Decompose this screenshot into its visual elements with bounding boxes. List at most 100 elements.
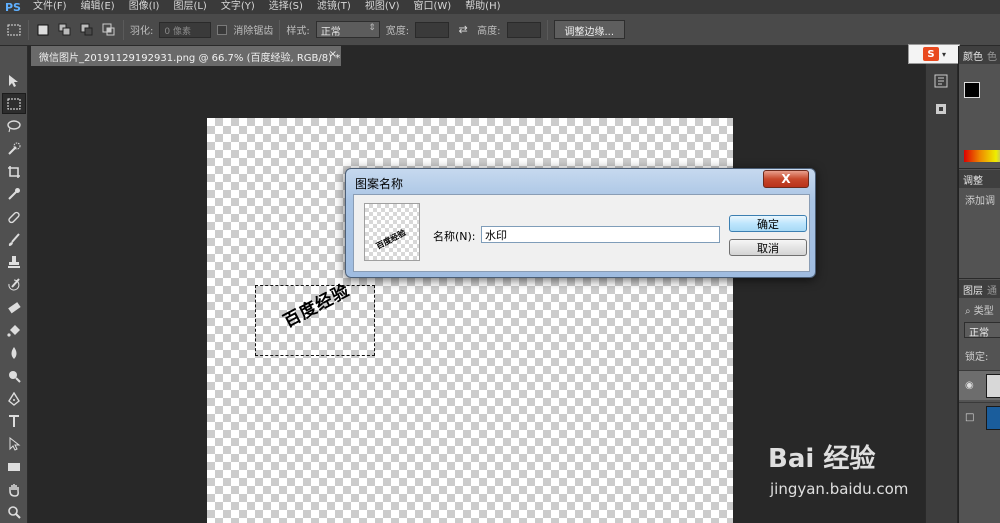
pattern-name-dialog: 图案名称 X 百度经验 名称(N): 确定 取消 [345,168,816,278]
separator [123,19,124,40]
blur-tool-icon[interactable] [2,342,26,364]
type-tool-icon[interactable] [2,411,26,433]
crop-tool-icon[interactable] [2,161,26,183]
tab-channels[interactable]: 通 [987,282,997,297]
healing-brush-tool-icon[interactable] [2,206,26,228]
photoshop-window: PS 文件(F) 编辑(E) 图像(I) 图层(L) 文字(Y) 选择(S) 滤… [0,0,1000,523]
image-layer-thumbnail [986,406,1000,430]
width-label: 宽度: [385,26,410,37]
ps-logo: PS [5,0,21,14]
style-select[interactable]: 正常 [315,21,380,38]
move-tool-icon[interactable] [2,70,26,92]
menu-view[interactable]: 视图(V) [358,0,407,14]
path-select-tool-icon[interactable] [2,433,26,455]
antialias-label: 消除锯齿 [233,26,274,37]
color-spectrum[interactable] [964,150,1000,162]
ok-button[interactable]: 确定 [729,215,807,232]
new-selection-icon[interactable] [35,22,51,38]
baidu-jingyan-url: jingyan.baidu.com [770,480,909,498]
intersect-selection-icon[interactable] [101,22,117,38]
width-input[interactable] [415,21,450,38]
sogou-ime-bar[interactable]: S ▾ [908,44,960,64]
options-bar: 羽化: 0 像素 消除锯齿 样式: 正常 宽度: ⇄ 高度: 调整边缘... [0,14,1000,46]
menu-bar: PS 文件(F) 编辑(E) 图像(I) 图层(L) 文字(Y) 选择(S) 滤… [0,0,1000,14]
paint-bucket-tool-icon[interactable] [2,320,26,342]
adjust-panel-tabs: 调整 [959,170,1000,188]
menu-type[interactable]: 文字(Y) [214,0,262,14]
divider [959,168,1000,169]
tab-adjustments[interactable]: 调整 [963,172,983,187]
close-tab-icon[interactable]: × [329,49,337,60]
pattern-name-input[interactable] [481,226,720,243]
divider [959,278,1000,279]
height-label: 高度: [477,26,501,37]
brush-tool-icon[interactable] [2,229,26,251]
marquee-tool-icon[interactable] [1,92,26,115]
feather-label: 羽化: [130,26,154,37]
kind-label: 类型 [973,306,994,317]
pattern-preview: 百度经验 [364,203,420,261]
feather-input[interactable]: 0 像素 [159,21,212,38]
dialog-title: 图案名称 [355,177,404,191]
menu-window[interactable]: 窗口(W) [406,0,458,14]
hand-tool-icon[interactable] [2,479,26,501]
name-label: 名称(N): [433,230,476,243]
layer-row[interactable]: □ [959,402,1000,432]
history-brush-tool-icon[interactable] [2,274,26,296]
document-title: 微信图片_20191129192931.png @ 66.7% (百度经验, R… [39,53,341,64]
pattern-preview-text: 百度经验 [374,228,408,251]
add-selection-icon[interactable] [57,22,73,38]
sogou-logo-icon: S [923,47,939,61]
visibility-toggle-icon[interactable]: □ [965,412,974,423]
adjust-hint: 添加调 [965,196,995,207]
marquee-preset-icon[interactable] [6,22,22,38]
tab-swatches[interactable]: 色 [987,48,997,63]
menu-layer[interactable]: 图层(L) [166,0,213,14]
menu-edit[interactable]: 编辑(E) [74,0,122,14]
color-panel-tabs: 颜色 色 [959,46,1000,64]
layer-filter-kind[interactable]: ⌕ 类型 [965,302,994,317]
stamp-tool-icon[interactable] [2,252,26,274]
menu-filter[interactable]: 滤镜(T) [310,0,358,14]
close-icon[interactable]: X [763,170,809,188]
subtract-selection-icon[interactable] [79,22,95,38]
baidu-jingyan-logo: Bai 经验 [768,444,876,474]
menu-select[interactable]: 选择(S) [262,0,310,14]
zoom-tool-icon[interactable] [2,501,26,523]
lasso-tool-icon[interactable] [2,115,26,137]
blend-mode-select[interactable]: 正常 [964,322,1000,339]
cancel-button[interactable]: 取消 [729,239,807,256]
chevron-down-icon[interactable]: ▾ [942,50,946,59]
text-layer-thumbnail [986,374,1000,398]
properties-panel-icon[interactable] [929,98,953,120]
right-panels: 颜色 色 调整 添加调 图层 通 ⌕ 类型 正常 锁定: ◉ □ [958,46,1000,523]
eyedropper-tool-icon[interactable] [2,184,26,206]
dodge-tool-icon[interactable] [2,365,26,387]
document-tab[interactable]: 微信图片_20191129192931.png @ 66.7% (百度经验, R… [31,46,341,66]
history-panel-icon[interactable] [929,70,953,92]
style-label: 样式: [286,26,310,37]
pen-tool-icon[interactable] [2,388,26,410]
separator [546,19,548,40]
quick-select-tool-icon[interactable] [2,138,26,160]
eraser-tool-icon[interactable] [2,297,26,319]
menu-help[interactable]: 帮助(H) [458,0,507,14]
layers-panel-tabs: 图层 通 [959,280,1000,298]
height-input[interactable] [506,21,541,38]
antialias-checkbox[interactable] [217,24,228,35]
rectangle-tool-icon[interactable] [2,456,26,478]
dialog-body: 百度经验 名称(N): 确定 取消 [353,194,810,272]
tab-layers[interactable]: 图层 [963,282,983,297]
eye-icon[interactable]: ◉ [965,380,974,391]
separator [28,19,29,40]
refine-edge-button[interactable]: 调整边缘... [553,20,626,39]
layer-row[interactable]: ◉ [959,370,1000,400]
separator [279,19,281,40]
lock-label: 锁定: [965,352,989,363]
tab-color[interactable]: 颜色 [963,48,983,63]
swap-icon[interactable]: ⇄ [455,22,471,38]
search-icon: ⌕ [965,306,971,317]
menu-image[interactable]: 图像(I) [122,0,167,14]
foreground-color-swatch[interactable] [964,82,980,98]
menu-file[interactable]: 文件(F) [26,0,74,14]
